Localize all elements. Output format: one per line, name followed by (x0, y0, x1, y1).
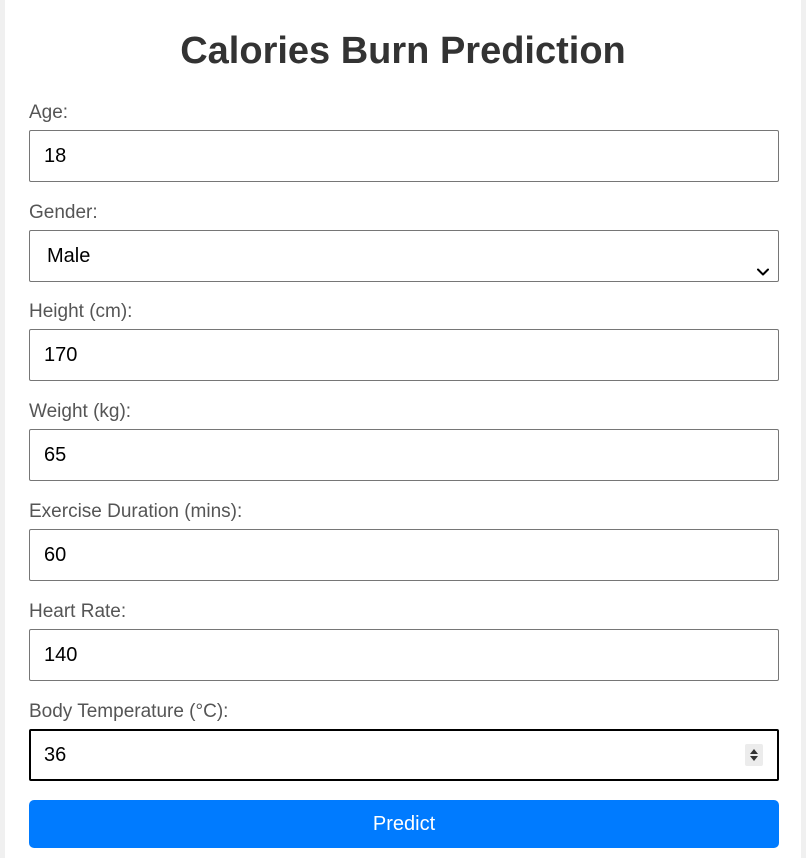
body-temp-label: Body Temperature (°C): (29, 701, 229, 722)
page-title: Calories Burn Prediction (180, 30, 626, 72)
spinner-arrows-icon[interactable] (745, 744, 763, 766)
height-input[interactable]: 170 (29, 329, 779, 381)
form-card: Calories Burn Prediction Age: 18 Gender:… (5, 0, 801, 858)
chevron-down-icon (756, 248, 770, 276)
gender-value: Male (47, 245, 91, 267)
weight-label: Weight (kg): (29, 401, 132, 422)
heart-rate-input[interactable]: 140 (29, 629, 779, 681)
age-input[interactable]: 18 (29, 130, 779, 182)
duration-value: 60 (44, 544, 67, 566)
duration-label: Exercise Duration (mins): (29, 501, 243, 522)
height-label: Height (cm): (29, 301, 133, 322)
heart-rate-value: 140 (44, 644, 78, 666)
height-value: 170 (44, 344, 78, 366)
weight-input[interactable]: 65 (29, 429, 779, 481)
duration-input[interactable]: 60 (29, 529, 779, 581)
gender-select[interactable]: Male (29, 230, 779, 282)
age-value: 18 (44, 145, 67, 167)
predict-button[interactable]: Predict (29, 800, 779, 848)
weight-value: 65 (44, 444, 67, 466)
body-temp-input[interactable]: 36 (29, 729, 779, 781)
gender-label: Gender: (29, 202, 98, 223)
heart-rate-label: Heart Rate: (29, 601, 127, 622)
body-temp-value: 36 (44, 744, 67, 766)
age-label: Age: (29, 102, 69, 123)
